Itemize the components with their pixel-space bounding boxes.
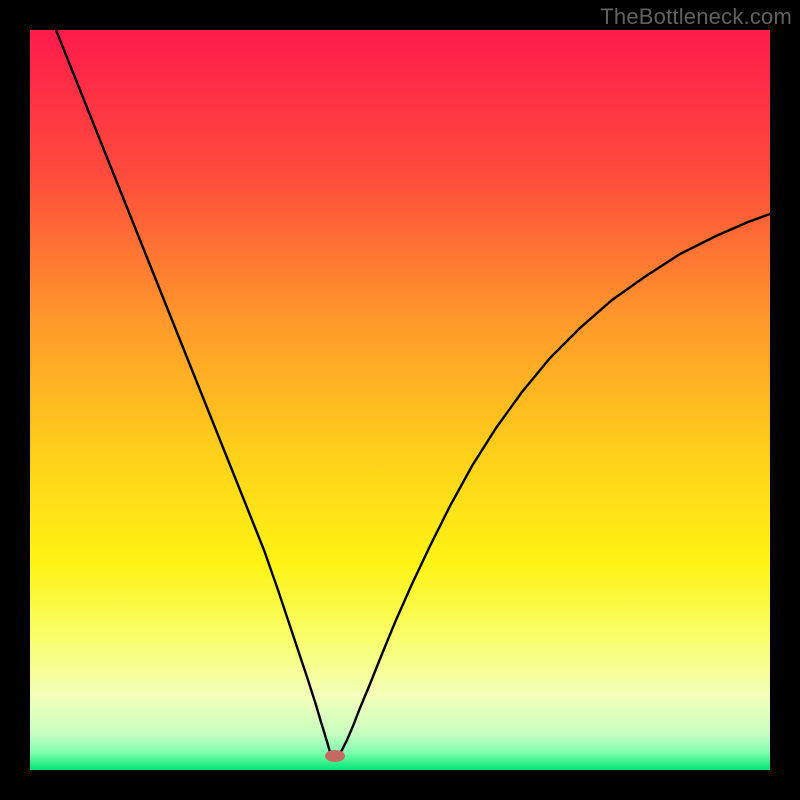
chart-background — [30, 30, 770, 770]
bottleneck-chart — [30, 30, 770, 770]
plot-area — [30, 30, 770, 770]
optimal-point-marker — [325, 750, 345, 762]
chart-frame: TheBottleneck.com — [0, 0, 800, 800]
watermark-label: TheBottleneck.com — [600, 4, 792, 30]
